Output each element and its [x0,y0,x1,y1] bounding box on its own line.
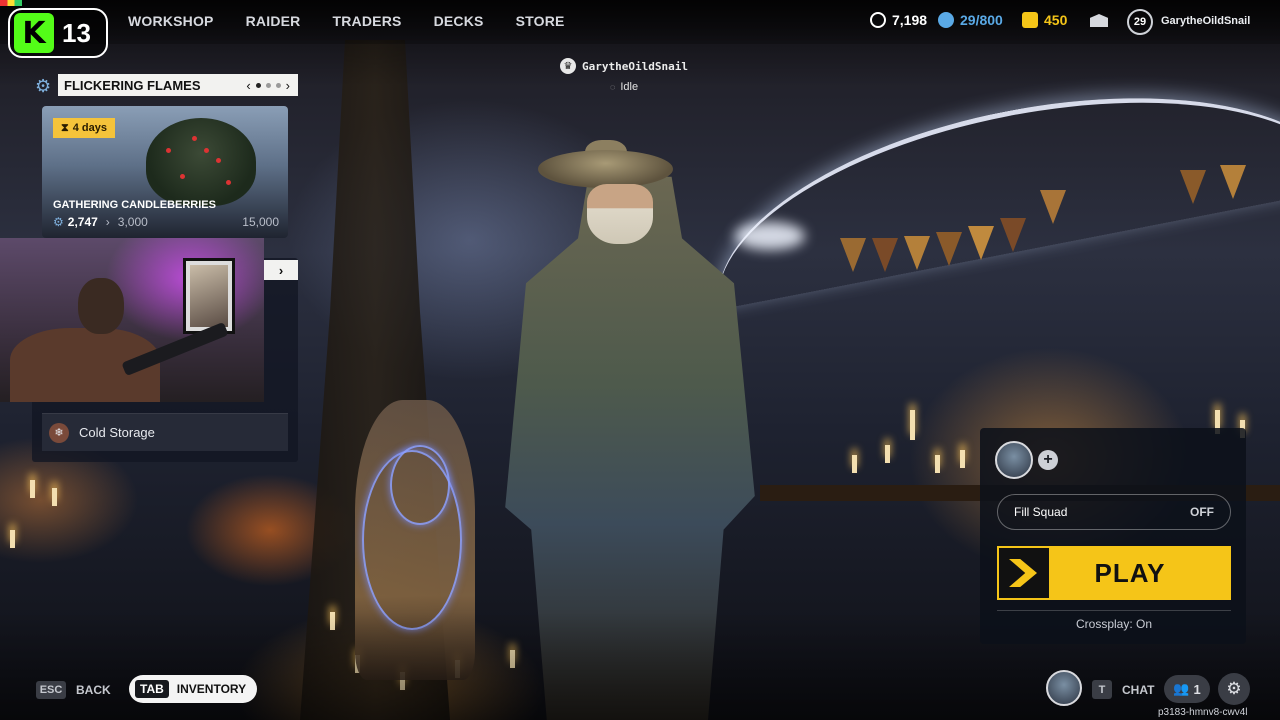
event-title: FLICKERING FLAMES [64,77,201,93]
kick-logo-icon: K [14,13,54,53]
currency-value: 7,198 [892,12,928,28]
hourglass-icon: ⧗ [61,121,69,134]
currency-coins[interactable]: 29/800 [938,12,1003,28]
wall-poster [183,258,235,334]
main-nav: WORKSHOP RAIDER TRADERS DECKS STORE [128,13,597,29]
pager-dot [275,82,281,88]
play-button[interactable]: PLAY [997,546,1231,600]
nav-decks[interactable]: DECKS [434,13,484,29]
raider-token-icon [870,12,886,28]
player-avatar[interactable] [1046,670,1082,706]
event-pager: ‹ › [246,78,290,93]
currency-raider-tokens[interactable]: 7,198 [870,12,927,28]
cred-icon [1022,12,1038,28]
stream-viewer-badge: K 13 [8,8,108,58]
friends-count: 1 [1193,681,1201,697]
crossplay-status[interactable]: Crossplay: On [997,617,1231,631]
add-squad-member-icon[interactable]: + [1038,450,1058,470]
snowflake-icon: ❄ [49,422,69,443]
player-nameplate: ♛ GarytheOildSnail [560,58,688,74]
pager-dot [255,82,261,88]
play-label: PLAY [1094,557,1166,588]
player-status: ◌ Idle [610,81,638,93]
event-timer: 4 days [72,122,107,134]
progress-max: 15,000 [242,215,279,229]
currency-value: 450 [1044,12,1068,28]
streamer-webcam [0,238,264,402]
player-name: GarytheOildSnail [582,59,688,73]
fill-squad-value: OFF [1190,505,1214,519]
cold-storage-row[interactable]: ❄ Cold Storage [42,413,288,451]
currency-creds[interactable]: 450 [1022,12,1067,28]
fill-squad-label: Fill Squad [1014,505,1068,519]
chevron-right-icon[interactable]: › [264,260,298,280]
tab-key-hint: TAB [135,680,169,698]
gear-icon[interactable]: ⚙ [1218,673,1250,705]
session-id: p3183-hmnv8-cwv4l [1158,707,1248,718]
chat-key-hint[interactable]: T [1092,680,1112,699]
nav-workshop[interactable]: WORKSHOP [128,13,214,29]
esc-key-hint[interactable]: ESC [36,681,66,699]
progress-next: 3,000 [117,215,148,229]
squad-member-avatar[interactable] [995,441,1033,479]
pager-dot [265,82,271,88]
event-timer-badge: ⧗ 4 days [53,118,115,138]
gear-icon: ⚙ [53,215,64,229]
nav-traders[interactable]: TRADERS [332,13,401,29]
coin-stack-icon [938,12,954,28]
stream-color-stripe [0,0,22,6]
fill-squad-toggle[interactable]: Fill Squad OFF [997,494,1231,530]
event-progress: ⚙ 2,747 › 3,000 15,000 [53,215,279,229]
nav-raider[interactable]: RAIDER [246,13,301,29]
friends-button[interactable]: 👥 1 [1164,675,1210,703]
streamer-head [78,278,124,334]
player-status-text: Idle [620,81,639,93]
inventory-button[interactable]: TAB INVENTORY [129,675,257,703]
chat-button[interactable]: CHAT [1122,683,1154,697]
divider [997,610,1231,611]
gear-icon: ⚙ [35,76,52,96]
currency-value: 29/800 [960,12,1003,28]
profile-username[interactable]: GarytheOildSnail [1161,15,1250,27]
back-button[interactable]: BACK [76,683,111,697]
crown-icon: ♛ [560,58,576,74]
friends-icon: 👥 [1173,681,1190,696]
nav-store[interactable]: STORE [516,13,565,29]
progress-current: 2,747 [67,215,98,229]
event-card[interactable]: ⧗ 4 days GATHERING CANDLEBERRIES ⚙ 2,747… [42,106,288,238]
chevron-right-icon: › [105,215,110,229]
inventory-label: INVENTORY [176,682,247,696]
event-card-title: GATHERING CANDLEBERRIES [53,199,216,211]
chevron-right-icon [999,548,1049,598]
chevron-left-icon[interactable]: ‹ [246,78,250,93]
viewer-count: 13 [62,17,91,48]
event-header: FLICKERING FLAMES ‹ › [58,74,298,96]
idle-icon: ◌ [610,82,616,92]
cold-storage-label: Cold Storage [79,425,155,440]
chevron-right-icon[interactable]: › [286,78,290,93]
candleberry-bush [146,118,256,206]
player-level-badge: 29 [1127,9,1153,35]
